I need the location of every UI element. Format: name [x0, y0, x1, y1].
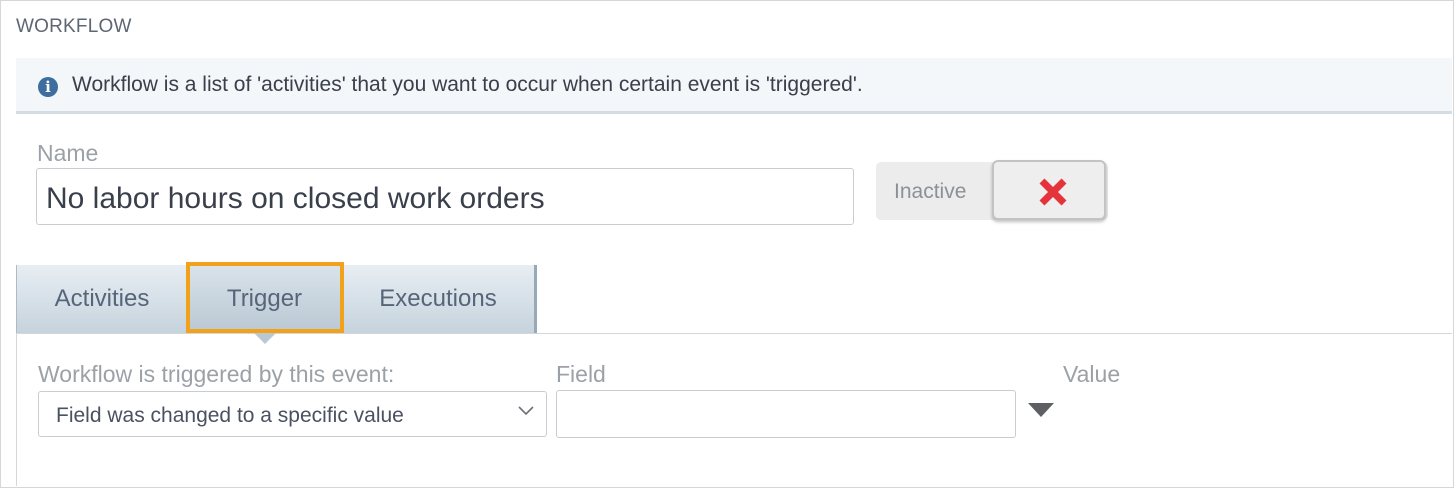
section-title: WORKFLOW	[16, 16, 132, 37]
tab-activities[interactable]: Activities	[16, 265, 188, 333]
close-icon	[1039, 178, 1067, 206]
name-label: Name	[37, 140, 99, 166]
event-label: Workflow is triggered by this event:	[38, 361, 395, 387]
active-tab-pointer	[254, 333, 276, 344]
active-toggle[interactable]: Inactive	[876, 160, 1108, 220]
value-label: Value	[1063, 361, 1121, 387]
info-banner: i Workflow is a list of 'activities' tha…	[16, 58, 1452, 114]
event-select[interactable]: Field was changed to a specific value	[38, 391, 547, 437]
chevron-down-icon	[518, 406, 534, 416]
info-text: Workflow is a list of 'activities' that …	[72, 73, 863, 96]
field-input[interactable]	[556, 390, 1016, 438]
tab-executions[interactable]: Executions	[342, 265, 537, 333]
toggle-label: Inactive	[894, 180, 967, 203]
field-dropdown-arrow-icon[interactable]	[1028, 403, 1054, 417]
tabs-divider	[16, 333, 1452, 334]
info-icon: i	[38, 77, 58, 97]
tab-panel-border	[16, 333, 17, 486]
field-label: Field	[556, 361, 606, 387]
name-input[interactable]: No labor hours on closed work orders	[36, 168, 854, 225]
event-select-value: Field was changed to a specific value	[56, 404, 404, 427]
toggle-knob[interactable]	[992, 160, 1106, 220]
tab-trigger[interactable]: Trigger	[188, 265, 342, 333]
